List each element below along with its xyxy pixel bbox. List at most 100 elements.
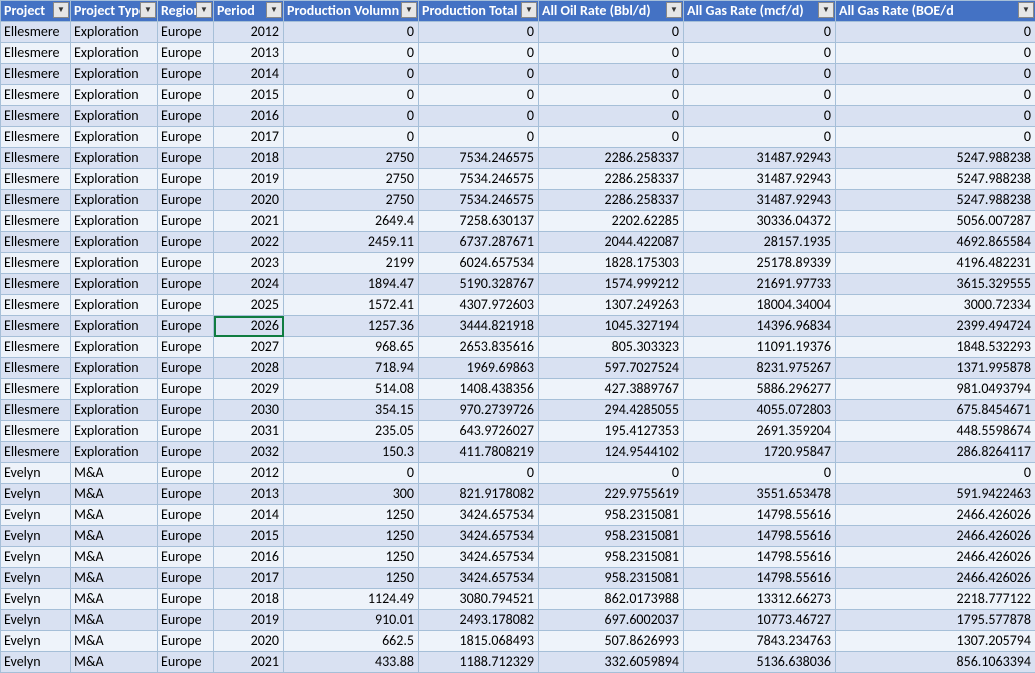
column-header-0[interactable]: Project [1,1,71,22]
table-cell[interactable]: 2044.422087 [539,232,684,253]
table-cell[interactable]: 2031 [214,421,284,442]
table-cell[interactable]: Exploration [71,379,158,400]
table-cell[interactable]: Ellesmere [1,421,71,442]
table-cell[interactable]: 2016 [214,547,284,568]
table-cell[interactable]: Europe [158,358,214,379]
table-cell[interactable]: Europe [158,442,214,463]
column-header-3[interactable]: Period [214,1,284,22]
table-cell[interactable]: 7534.246575 [419,190,539,211]
table-cell[interactable]: 2466.426026 [836,568,1035,589]
table-cell[interactable]: Ellesmere [1,22,71,43]
table-cell[interactable]: Exploration [71,169,158,190]
table-cell[interactable]: 1250 [284,526,419,547]
table-cell[interactable]: 0 [684,85,836,106]
table-cell[interactable]: Ellesmere [1,295,71,316]
table-cell[interactable]: 2028 [214,358,284,379]
column-header-5[interactable]: Production Total [419,1,539,22]
table-cell[interactable]: 0 [684,127,836,148]
table-cell[interactable]: 1848.532293 [836,337,1035,358]
table-cell[interactable]: Europe [158,631,214,652]
table-cell[interactable]: 1045.327194 [539,316,684,337]
table-cell[interactable]: Exploration [71,148,158,169]
table-cell[interactable]: M&A [71,568,158,589]
table-cell[interactable]: 14396.96834 [684,316,836,337]
table-cell[interactable]: 0 [419,106,539,127]
table-cell[interactable]: Europe [158,106,214,127]
table-cell[interactable]: 7258.630137 [419,211,539,232]
table-cell[interactable]: 0 [419,85,539,106]
table-cell[interactable]: 2750 [284,169,419,190]
table-cell[interactable]: Ellesmere [1,148,71,169]
table-cell[interactable]: M&A [71,526,158,547]
table-cell[interactable]: M&A [71,463,158,484]
table-cell[interactable]: Exploration [71,190,158,211]
filter-dropdown-icon[interactable] [521,2,537,18]
table-cell[interactable]: Ellesmere [1,316,71,337]
column-header-8[interactable]: All Gas Rate (BOE/d [836,1,1035,22]
table-cell[interactable]: Europe [158,568,214,589]
table-cell[interactable]: 862.0173988 [539,589,684,610]
table-cell[interactable]: Evelyn [1,589,71,610]
table-cell[interactable]: Ellesmere [1,253,71,274]
table-cell[interactable]: 2017 [214,568,284,589]
table-cell[interactable]: 1815.068493 [419,631,539,652]
table-cell[interactable]: Europe [158,211,214,232]
table-cell[interactable]: 2024 [214,274,284,295]
table-cell[interactable]: 14798.55616 [684,547,836,568]
table-cell[interactable]: 2459.11 [284,232,419,253]
filter-dropdown-icon[interactable] [266,2,282,18]
table-cell[interactable]: Europe [158,652,214,673]
table-cell[interactable]: Ellesmere [1,64,71,85]
table-cell[interactable]: Ellesmere [1,211,71,232]
table-cell[interactable]: Europe [158,22,214,43]
table-cell[interactable]: 2691.359204 [684,421,836,442]
table-cell[interactable]: Evelyn [1,526,71,547]
table-cell[interactable]: 968.65 [284,337,419,358]
table-cell[interactable]: Europe [158,400,214,421]
table-cell[interactable]: 354.15 [284,400,419,421]
table-cell[interactable]: Europe [158,190,214,211]
table-cell[interactable]: 1894.47 [284,274,419,295]
table-cell[interactable]: 25178.89339 [684,253,836,274]
table-cell[interactable]: Ellesmere [1,169,71,190]
table-cell[interactable]: 28157.1935 [684,232,836,253]
table-cell[interactable]: 1250 [284,505,419,526]
table-cell[interactable]: 150.3 [284,442,419,463]
table-cell[interactable]: 0 [539,463,684,484]
table-cell[interactable]: 14798.55616 [684,526,836,547]
table-cell[interactable]: 31487.92943 [684,190,836,211]
table-cell[interactable]: 2199 [284,253,419,274]
filter-dropdown-icon[interactable] [1018,2,1034,18]
table-cell[interactable]: Europe [158,505,214,526]
table-cell[interactable]: 0 [284,85,419,106]
table-cell[interactable]: 14798.55616 [684,505,836,526]
table-cell[interactable]: Europe [158,547,214,568]
table-cell[interactable]: 514.08 [284,379,419,400]
table-cell[interactable]: 958.2315081 [539,547,684,568]
table-cell[interactable]: 6024.657534 [419,253,539,274]
table-cell[interactable]: 2013 [214,484,284,505]
table-cell[interactable]: Evelyn [1,505,71,526]
table-cell[interactable]: 0 [684,22,836,43]
table-cell[interactable]: 3424.657534 [419,526,539,547]
filter-dropdown-icon[interactable] [666,2,682,18]
table-cell[interactable]: 0 [284,64,419,85]
table-cell[interactable]: M&A [71,505,158,526]
table-cell[interactable]: Ellesmere [1,358,71,379]
table-cell[interactable]: 2016 [214,106,284,127]
table-cell[interactable]: 591.9422463 [836,484,1035,505]
table-cell[interactable]: M&A [71,652,158,673]
table-cell[interactable]: 1969.69863 [419,358,539,379]
table-cell[interactable]: 0 [419,127,539,148]
table-cell[interactable]: 2015 [214,526,284,547]
table-cell[interactable]: 332.6059894 [539,652,684,673]
table-cell[interactable]: 675.8454671 [836,400,1035,421]
table-cell[interactable]: 2202.62285 [539,211,684,232]
table-cell[interactable]: 0 [836,106,1035,127]
table-cell[interactable]: 0 [539,85,684,106]
table-cell[interactable]: 981.0493794 [836,379,1035,400]
table-cell[interactable]: 1307.249263 [539,295,684,316]
table-cell[interactable]: Europe [158,148,214,169]
table-cell[interactable]: Evelyn [1,652,71,673]
table-cell[interactable]: 427.3889767 [539,379,684,400]
